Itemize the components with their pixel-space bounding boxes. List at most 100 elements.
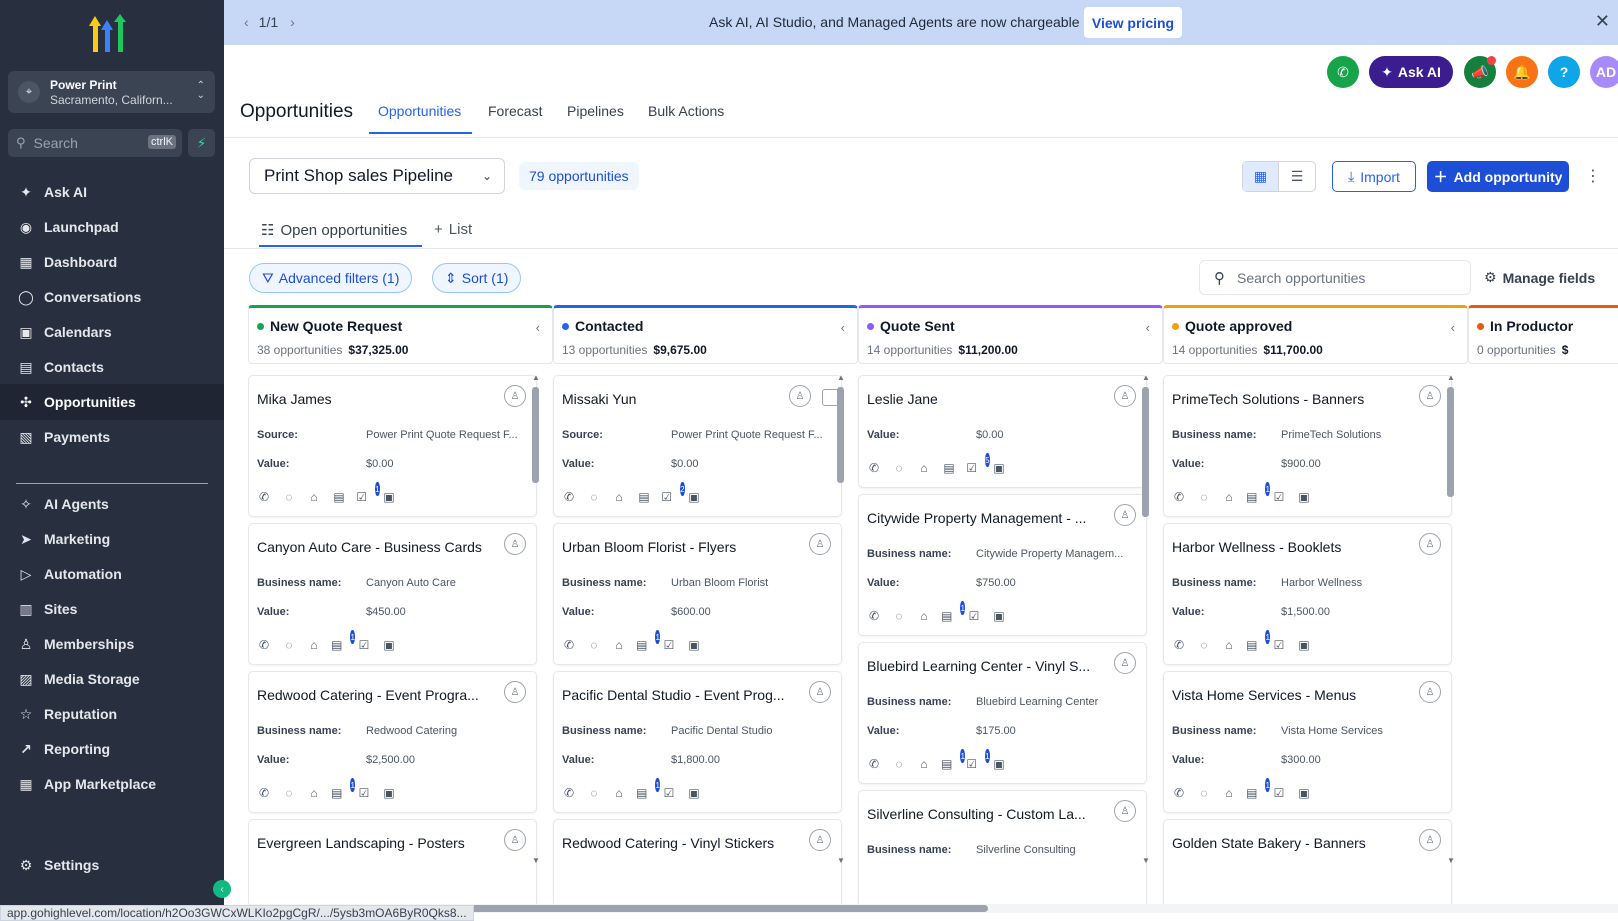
card-title[interactable]: Pacific Dental Studio - Event Prog... — [562, 687, 802, 703]
message-icon[interactable]: ◌ — [1197, 490, 1211, 504]
card-title[interactable]: Evergreen Landscaping - Posters — [257, 835, 497, 851]
call-icon[interactable]: ✆ — [1172, 638, 1186, 652]
tag-icon[interactable]: ⌂ — [917, 609, 931, 623]
task-icon[interactable]: ☑ 5 — [966, 453, 990, 475]
tag-icon[interactable]: ⌂ — [307, 490, 321, 504]
calendar-icon[interactable]: ▣ — [992, 757, 1006, 771]
note-icon[interactable]: ▤ 1 — [1246, 630, 1270, 652]
call-icon[interactable]: ✆ — [257, 786, 271, 800]
close-icon[interactable]: ✕ — [1595, 11, 1610, 32]
calendar-icon[interactable]: ▣ — [382, 638, 396, 652]
note-icon[interactable]: ▤ 1 — [636, 778, 660, 800]
calendar-icon[interactable]: ▣ — [687, 490, 701, 504]
assign-owner-icon[interactable]: ♙ — [1114, 652, 1136, 674]
sidebar-item-opportunities[interactable]: ✣ Opportunities — [0, 384, 224, 420]
collapse-sidebar-icon[interactable]: ‹ — [213, 880, 231, 898]
collapse-column-icon[interactable]: ‹ — [841, 320, 845, 335]
sidebar-item-app-marketplace[interactable]: ▦ App Marketplace — [0, 766, 224, 802]
sidebar-item-contacts[interactable]: ▤ Contacts — [0, 349, 224, 385]
calendar-icon[interactable]: ▣ — [382, 490, 396, 504]
message-icon[interactable]: ◌ — [892, 757, 906, 771]
tag-icon[interactable]: ⌂ — [1222, 638, 1236, 652]
opportunity-card[interactable]: Pacific Dental Studio - Event Prog... ♙ Bu… — [553, 671, 842, 813]
search-opportunities-input[interactable]: ⚲ Search opportunities — [1199, 260, 1471, 295]
view-pricing-button[interactable]: View pricing — [1084, 7, 1182, 38]
vertical-scrollbar[interactable] — [1142, 387, 1149, 517]
scroll-down-icon[interactable]: ▼ — [1447, 856, 1455, 865]
collapse-column-icon[interactable]: ‹ — [536, 320, 540, 335]
opportunity-card[interactable]: Golden State Bakery - Banners ♙ — [1163, 819, 1452, 905]
tab-open-opportunities[interactable]: ☷ Open opportunities — [261, 221, 407, 239]
assign-owner-icon[interactable]: ♙ — [1114, 385, 1136, 407]
scroll-down-icon[interactable]: ▼ — [1142, 856, 1150, 865]
opportunity-card[interactable]: Urban Bloom Florist - Flyers ♙ Business na… — [553, 523, 842, 665]
notifications-bell-icon[interactable]: 🔔 — [1506, 56, 1538, 88]
tag-icon[interactable]: ⌂ — [1222, 786, 1236, 800]
message-icon[interactable]: ◌ — [587, 490, 601, 504]
account-switcher[interactable]: ⌖ Power Print Sacramento, Californ... ⌃ ⌄ — [8, 71, 215, 113]
assign-owner-icon[interactable]: ♙ — [1419, 385, 1441, 407]
tag-icon[interactable]: ⌂ — [307, 638, 321, 652]
pipeline-select[interactable]: Print Shop sales Pipeline ⌄ — [249, 158, 505, 194]
note-icon[interactable]: ▤ 1 — [941, 749, 965, 771]
card-title[interactable]: Leslie Jane — [867, 391, 1107, 407]
assign-owner-icon[interactable]: ♙ — [1419, 681, 1441, 703]
scroll-up-icon[interactable]: ▲ — [532, 373, 540, 382]
tab-opportunities[interactable]: Opportunities — [378, 103, 461, 119]
check-icon[interactable]: ☑ — [1272, 638, 1286, 652]
tag-icon[interactable]: ⌂ — [917, 461, 931, 475]
check-icon[interactable]: ☑ — [357, 786, 371, 800]
calendar-icon[interactable]: ▣ — [992, 461, 1006, 475]
check-icon[interactable]: ☑ — [1272, 786, 1286, 800]
assign-owner-icon[interactable]: ♙ — [504, 533, 526, 555]
opportunity-card[interactable]: Harbor Wellness - Booklets ♙ Business name… — [1163, 523, 1452, 665]
call-icon[interactable]: ✆ — [562, 786, 576, 800]
advanced-filters-button[interactable]: ⛛ Advanced filters (1) — [249, 263, 413, 293]
card-title[interactable]: Urban Bloom Florist - Flyers — [562, 539, 802, 555]
opportunity-card[interactable]: Citywide Property Management - ... ♙ Busin… — [858, 494, 1147, 636]
sidebar-search[interactable]: ⚲ Search ctrlK — [8, 129, 182, 157]
assign-owner-icon[interactable]: ♙ — [504, 681, 526, 703]
manage-fields-button[interactable]: ⚙ Manage fields — [1484, 269, 1595, 286]
tag-icon[interactable]: ⌂ — [307, 786, 321, 800]
ask-ai-button[interactable]: ✦ Ask AI — [1369, 56, 1453, 88]
check-icon[interactable]: ☑ — [662, 638, 676, 652]
sidebar-item-calendars[interactable]: ▣ Calendars — [0, 314, 224, 350]
call-icon[interactable]: ✆ — [257, 638, 271, 652]
note-icon[interactable]: ▤ — [332, 490, 346, 504]
assign-owner-icon[interactable]: ♙ — [809, 829, 831, 851]
assign-owner-icon[interactable]: ♙ — [504, 385, 526, 407]
scroll-up-icon[interactable]: ▲ — [1447, 373, 1455, 382]
check-icon[interactable]: ☑ — [357, 638, 371, 652]
quick-action-bolt-icon[interactable]: ⚡ — [188, 129, 215, 157]
calendar-icon[interactable]: ▣ — [1297, 786, 1311, 800]
check-icon[interactable]: ☑ — [662, 786, 676, 800]
announcements-icon[interactable]: 📣 — [1464, 56, 1496, 88]
call-icon[interactable]: ✆ — [1172, 786, 1186, 800]
card-title[interactable]: Silverline Consulting - Custom La... — [867, 806, 1107, 822]
card-title[interactable]: Bluebird Learning Center - Vinyl S... — [867, 658, 1107, 674]
scroll-up-icon[interactable]: ▲ — [837, 373, 845, 382]
note-icon[interactable]: ▤ 1 — [941, 601, 965, 623]
call-icon[interactable]: ✆ — [867, 461, 881, 475]
check-icon[interactable]: ☑ — [1272, 490, 1286, 504]
card-title[interactable]: Mika James — [257, 391, 497, 407]
tab-forecast[interactable]: Forecast — [488, 103, 542, 119]
sidebar-item-marketing[interactable]: ➤ Marketing — [0, 521, 224, 557]
tag-icon[interactable]: ⌂ — [1222, 490, 1236, 504]
vertical-scrollbar[interactable] — [532, 387, 539, 483]
assign-owner-icon[interactable]: ♙ — [504, 829, 526, 851]
tag-icon[interactable]: ⌂ — [612, 786, 626, 800]
add-opportunity-button[interactable]: ＋ Add opportunity — [1427, 161, 1569, 192]
call-icon[interactable]: ✆ — [867, 609, 881, 623]
opportunity-card[interactable]: Redwood Catering - Event Progra... ♙ Busin… — [248, 671, 537, 813]
message-icon[interactable]: ◌ — [282, 638, 296, 652]
add-list-tab[interactable]: + List — [434, 221, 472, 238]
calendar-icon[interactable]: ▣ — [1297, 490, 1311, 504]
calendar-icon[interactable]: ▣ — [1297, 638, 1311, 652]
banner-pager[interactable]: ‹ 1/1 › — [244, 14, 295, 30]
scroll-up-icon[interactable]: ▲ — [1142, 373, 1150, 382]
assign-owner-icon[interactable]: ♙ — [789, 385, 811, 407]
list-view-icon[interactable]: ☰ — [1279, 162, 1315, 191]
card-title[interactable]: Vista Home Services - Menus — [1172, 687, 1412, 703]
